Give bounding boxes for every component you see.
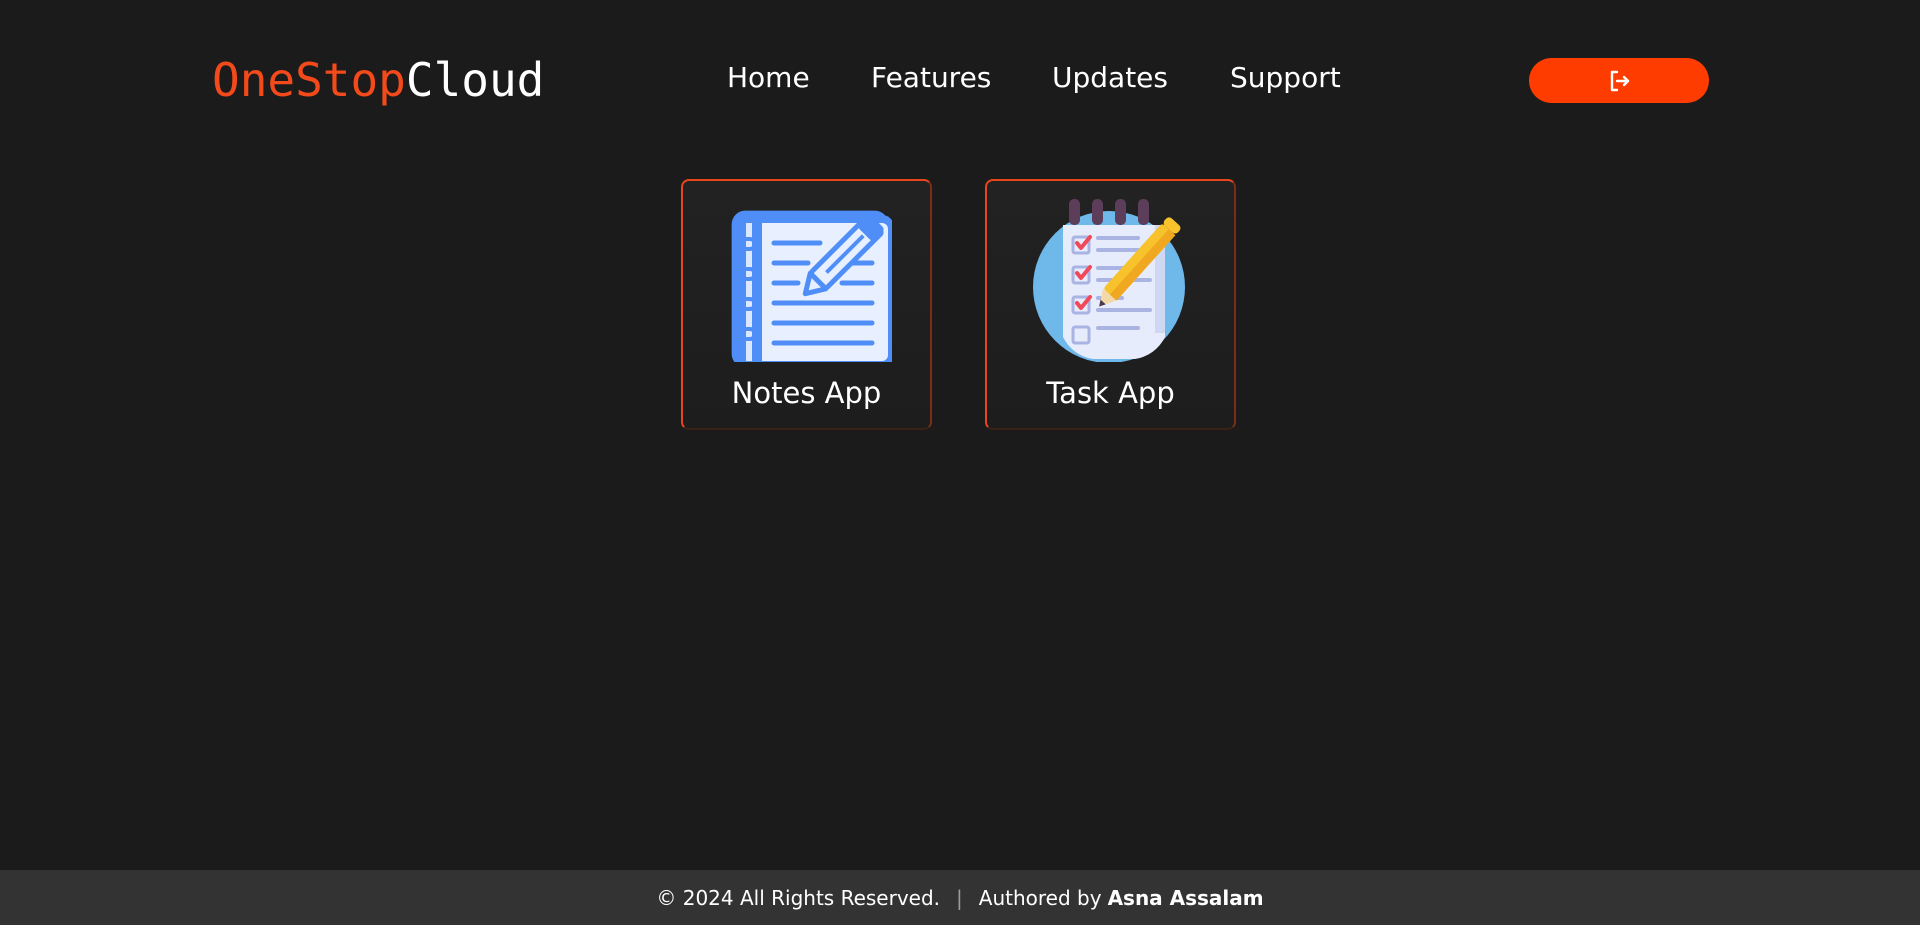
logo-part-cloud: Cloud [405,53,545,107]
logo[interactable]: OneStopCloud [212,52,544,108]
page: OneStopCloud Home Features Updates Suppo… [0,0,1920,925]
notes-app-card[interactable]: Notes App [681,179,932,430]
header: OneStopCloud Home Features Updates Suppo… [0,0,1920,160]
copyright-text: © 2024 All Rights Reserved. [656,885,941,910]
nav-features[interactable]: Features [871,58,991,98]
authored-by-text: Authored by [978,885,1102,910]
logout-icon [1607,69,1631,93]
logo-part-onestop: OneStop [212,53,406,107]
nav-support[interactable]: Support [1230,58,1341,98]
task-app-card[interactable]: Task App [985,179,1236,430]
notebook-pencil-icon [722,197,894,369]
checklist-pencil-icon [1026,197,1196,363]
logout-button[interactable] [1529,58,1709,103]
nav-home[interactable]: Home [727,58,810,98]
nav-updates[interactable]: Updates [1052,58,1168,98]
author-name: Asna Assalam [1107,885,1264,910]
footer: © 2024 All Rights Reserved. | Authored b… [0,870,1920,925]
task-app-label: Task App [1046,376,1175,410]
footer-separator: | [956,885,963,910]
notes-app-label: Notes App [731,376,882,410]
